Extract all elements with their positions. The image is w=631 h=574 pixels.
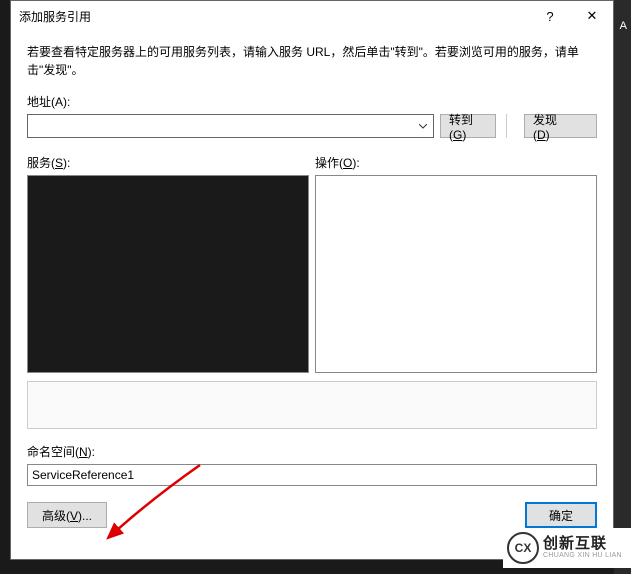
discover-dropdown-button[interactable] bbox=[580, 114, 597, 138]
ok-button[interactable]: 确定 bbox=[525, 502, 597, 528]
address-combo[interactable] bbox=[27, 114, 434, 138]
add-service-reference-dialog: 添加服务引用 ? ✕ 若要查看特定服务器上的可用服务列表，请输入服务 URL，然… bbox=[10, 0, 614, 560]
chevron-down-icon bbox=[419, 124, 427, 129]
status-area bbox=[27, 381, 597, 429]
side-letter: A bbox=[620, 20, 627, 32]
logo-text-en: CHUANG XIN HU LIAN bbox=[543, 552, 622, 560]
help-button[interactable]: ? bbox=[529, 1, 571, 31]
watermark-logo: CX 创新互联 CHUANG XIN HU LIAN bbox=[503, 528, 631, 568]
close-button[interactable]: ✕ bbox=[571, 1, 613, 31]
namespace-label: 命名空间(N): bbox=[27, 443, 597, 460]
dialog-title: 添加服务引用 bbox=[19, 8, 529, 25]
address-dropdown-button[interactable] bbox=[413, 115, 433, 137]
discover-button[interactable]: 发现(D) bbox=[524, 114, 580, 138]
go-button[interactable]: 转到(G) bbox=[440, 114, 496, 138]
address-input[interactable] bbox=[28, 115, 413, 137]
logo-mark: CX bbox=[507, 532, 539, 564]
titlebar: 添加服务引用 ? ✕ bbox=[11, 1, 613, 31]
services-list[interactable] bbox=[27, 175, 309, 373]
advanced-button[interactable]: 高级(V)... bbox=[27, 502, 107, 528]
services-label: 服务(S): bbox=[27, 154, 309, 171]
namespace-input[interactable] bbox=[27, 464, 597, 486]
operations-label: 操作(O): bbox=[315, 154, 597, 171]
instructions-text: 若要查看特定服务器上的可用服务列表，请输入服务 URL，然后单击"转到"。若要浏… bbox=[27, 43, 597, 79]
address-label: 地址(A): bbox=[27, 93, 597, 110]
operations-list[interactable] bbox=[315, 175, 597, 373]
logo-text-cn: 创新互联 bbox=[543, 536, 622, 553]
